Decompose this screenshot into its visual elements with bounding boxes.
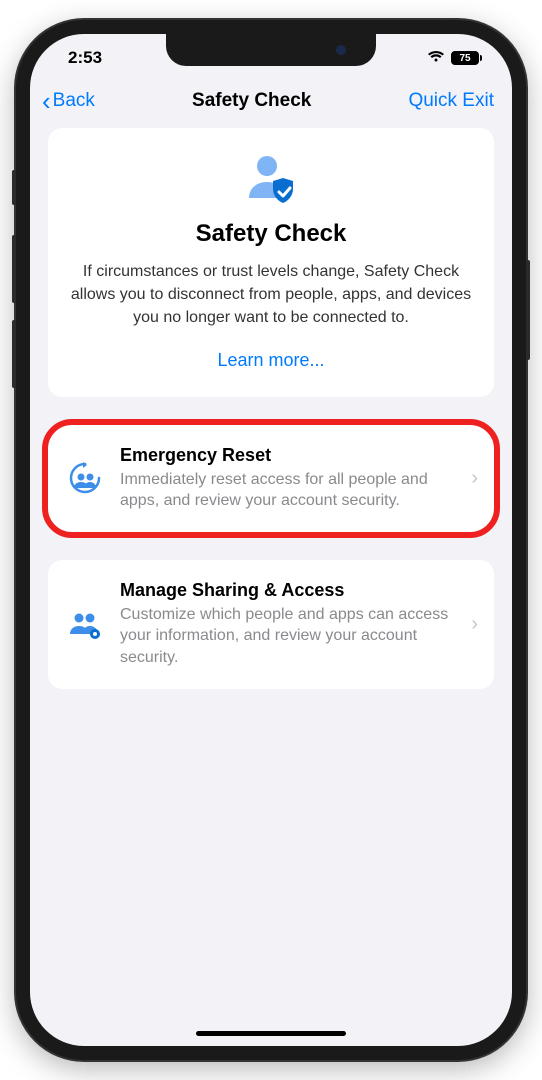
- battery-icon: 75: [451, 51, 482, 65]
- manage-sharing-card[interactable]: Manage Sharing & Access Customize which …: [48, 560, 494, 689]
- battery-level: 75: [459, 53, 470, 64]
- back-button[interactable]: ‹ Back: [42, 88, 95, 114]
- emergency-reset-title: Emergency Reset: [120, 445, 455, 466]
- screen: 2:53 75 ‹ Back Safety Check Quick Exit: [30, 34, 512, 1046]
- back-label: Back: [53, 90, 95, 112]
- silence-switch: [12, 170, 16, 205]
- hero-title: Safety Check: [70, 220, 472, 248]
- phone-frame: 2:53 75 ‹ Back Safety Check Quick Exit: [16, 20, 526, 1060]
- chevron-right-icon: ›: [471, 467, 478, 490]
- learn-more-link[interactable]: Learn more...: [70, 350, 472, 371]
- content: Safety Check If circumstances or trust l…: [30, 128, 512, 689]
- home-indicator[interactable]: [196, 1031, 346, 1036]
- manage-sharing-description: Customize which people and apps can acce…: [120, 604, 455, 669]
- wifi-icon: [427, 49, 445, 68]
- emergency-reset-icon: [66, 460, 104, 496]
- notch: [166, 34, 376, 66]
- power-button: [526, 260, 530, 360]
- emergency-reset-card[interactable]: Emergency Reset Immediately reset access…: [48, 425, 494, 532]
- volume-up-button: [12, 235, 16, 303]
- front-camera: [336, 45, 346, 55]
- emergency-reset-description: Immediately reset access for all people …: [120, 469, 455, 512]
- hero-card: Safety Check If circumstances or trust l…: [48, 128, 494, 397]
- status-time: 2:53: [68, 48, 102, 68]
- nav-title: Safety Check: [192, 90, 311, 112]
- volume-down-button: [12, 320, 16, 388]
- chevron-left-icon: ‹: [42, 88, 51, 114]
- manage-sharing-icon: [66, 606, 104, 642]
- chevron-right-icon: ›: [471, 613, 478, 636]
- safety-check-icon: [243, 154, 299, 206]
- quick-exit-button[interactable]: Quick Exit: [408, 90, 494, 112]
- manage-sharing-title: Manage Sharing & Access: [120, 580, 455, 601]
- hero-description: If circumstances or trust levels change,…: [70, 260, 472, 330]
- nav-bar: ‹ Back Safety Check Quick Exit: [30, 82, 512, 128]
